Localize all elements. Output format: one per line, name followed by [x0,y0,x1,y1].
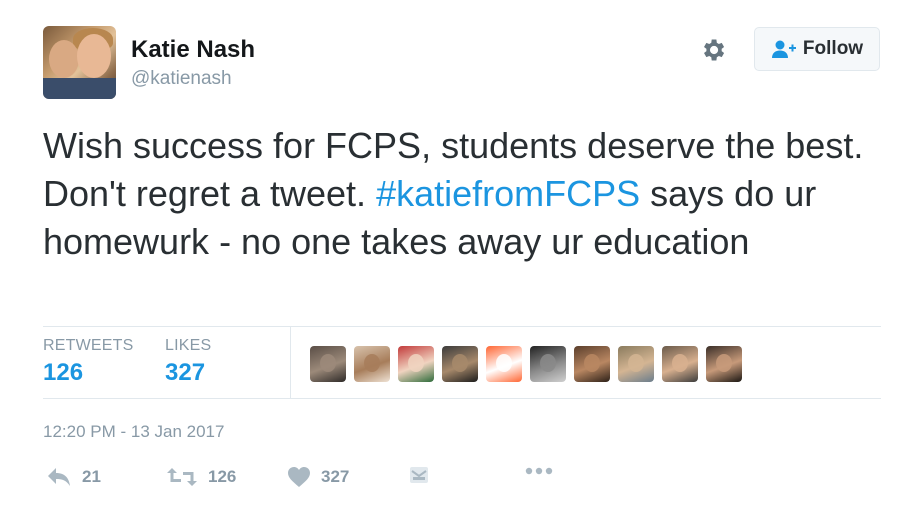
avatar-face-right [77,34,111,78]
avatar-face-left [49,40,79,78]
follow-label: Follow [802,38,864,59]
avatar-shirt [43,78,116,99]
liker-avatar[interactable] [662,346,698,382]
liker-face [716,354,732,372]
likes-label[interactable]: LIKES [165,337,211,355]
liker-face [540,354,556,372]
author-handle[interactable]: @katienash [131,68,232,90]
tweet-timestamp[interactable]: 12:20 PM - 13 Jan 2017 [43,422,224,442]
envelope-icon [409,466,429,484]
follow-button[interactable]: Follow [754,27,880,71]
retweets-count[interactable]: 126 [43,359,83,387]
reply-icon [46,466,72,488]
liker-avatar[interactable] [706,346,742,382]
stats-bottom-divider [43,398,881,399]
liker-avatar[interactable] [442,346,478,382]
gear-icon[interactable] [699,36,727,64]
liker-avatar[interactable] [618,346,654,382]
stats-vertical-divider [290,327,291,398]
retweet-button[interactable]: 126 [166,466,236,488]
liker-face [584,354,600,372]
liker-face [628,354,644,372]
reply-count: 21 [82,467,101,486]
hashtag-link[interactable]: #katiefromFCPS [376,173,640,214]
reply-button[interactable]: 21 [46,466,101,488]
liker-face [364,354,380,372]
liker-face [320,354,336,372]
liker-face [452,354,468,372]
liker-avatar[interactable] [574,346,610,382]
like-button[interactable]: 327 [287,466,349,488]
add-user-icon [771,39,797,59]
retweets-label[interactable]: RETWEETS [43,337,134,355]
retweet-icon [166,466,198,488]
liker-avatars [310,346,742,382]
liker-avatar[interactable] [486,346,522,382]
direct-message-button[interactable] [409,466,429,484]
liker-avatar[interactable] [310,346,346,382]
liker-face [672,354,688,372]
more-dots-icon [525,466,553,476]
author-avatar[interactable] [43,26,116,99]
stats-top-divider [43,326,881,327]
more-button[interactable] [525,466,553,476]
tweet-text: Wish success for FCPS, students deserve … [43,122,893,266]
liker-avatar[interactable] [354,346,390,382]
heart-icon [287,466,311,488]
liker-face [408,354,424,372]
liker-avatar[interactable] [398,346,434,382]
likes-count[interactable]: 327 [165,359,205,387]
like-count: 327 [321,467,350,486]
retweet-count: 126 [208,467,237,486]
author-name[interactable]: Katie Nash [131,36,255,64]
liker-face [496,354,512,372]
liker-avatar[interactable] [530,346,566,382]
